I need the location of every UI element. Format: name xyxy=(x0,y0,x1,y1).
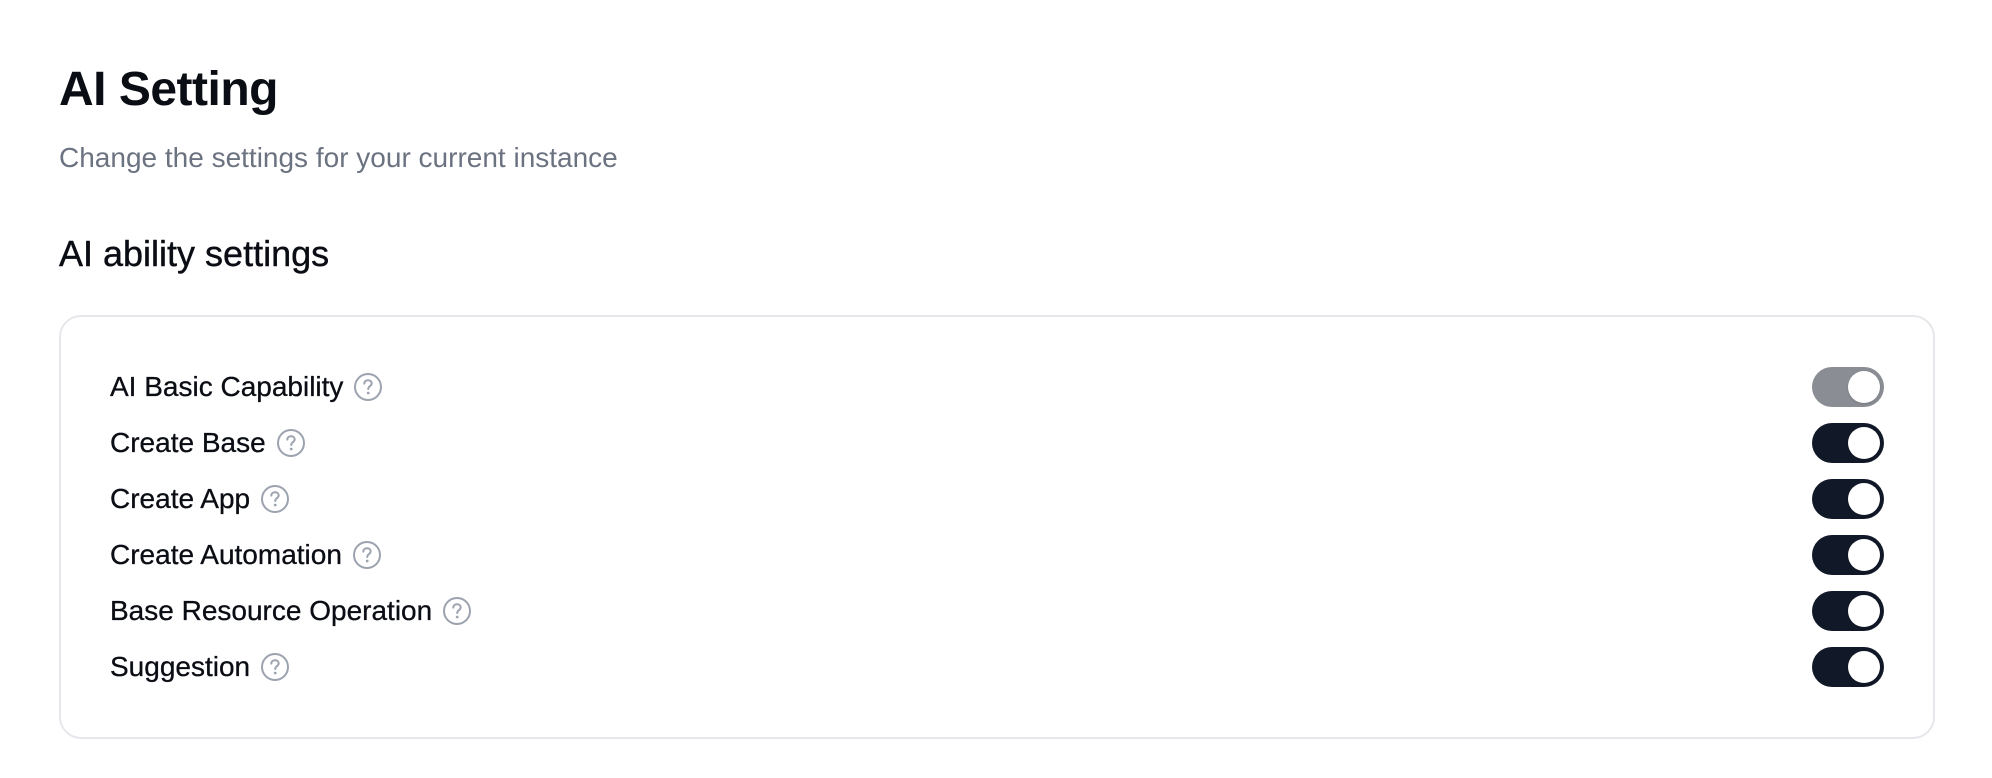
setting-label-group: Create Automation xyxy=(110,537,382,573)
toggle-create-app[interactable] xyxy=(1812,479,1884,519)
toggle-knob xyxy=(1848,371,1880,403)
help-icon[interactable] xyxy=(353,372,383,402)
page-title: AI Setting xyxy=(59,63,279,116)
setting-label: Base Resource Operation xyxy=(110,595,433,626)
setting-label-group: Create Base xyxy=(110,425,306,461)
page-subtitle: Change the settings for your current ins… xyxy=(59,142,618,173)
setting-label: Suggestion xyxy=(110,651,251,682)
setting-label: Create Base xyxy=(110,427,266,458)
setting-label-group: Suggestion xyxy=(110,649,290,685)
setting-label: Create App xyxy=(110,483,251,514)
setting-label-group: Create App xyxy=(110,481,290,517)
help-icon[interactable] xyxy=(442,596,472,626)
help-icon[interactable] xyxy=(352,540,382,570)
toggle-create-base[interactable] xyxy=(1812,423,1884,463)
setting-row-create-app: Create App xyxy=(110,476,1884,522)
toggle-knob xyxy=(1848,595,1880,627)
toggle-suggestion[interactable] xyxy=(1812,647,1884,687)
setting-row-create-automation: Create Automation xyxy=(110,532,1884,578)
help-icon[interactable] xyxy=(260,484,290,514)
setting-row-create-base: Create Base xyxy=(110,420,1884,466)
toggle-knob xyxy=(1848,539,1880,571)
setting-label-group: Base Resource Operation xyxy=(110,593,472,629)
toggle-knob xyxy=(1848,427,1880,459)
setting-label: AI Basic Capability xyxy=(110,371,344,402)
setting-label: Create Automation xyxy=(110,539,342,570)
settings-page: AI Setting Change the settings for your … xyxy=(0,0,1992,778)
setting-label-group: AI Basic Capability xyxy=(110,369,383,405)
toggle-ai-basic-capability[interactable] xyxy=(1812,367,1884,407)
setting-row-base-resource-operation: Base Resource Operation xyxy=(110,588,1884,634)
toggle-knob xyxy=(1848,651,1880,683)
toggle-base-resource-operation[interactable] xyxy=(1812,591,1884,631)
help-icon[interactable] xyxy=(260,652,290,682)
setting-row-suggestion: Suggestion xyxy=(110,644,1884,690)
toggle-create-automation[interactable] xyxy=(1812,535,1884,575)
setting-row-ai-basic-capability: AI Basic Capability xyxy=(110,364,1884,410)
help-icon[interactable] xyxy=(276,428,306,458)
section-title: AI ability settings xyxy=(59,233,330,274)
ai-settings-card: AI Basic Capability Create Base Create A… xyxy=(59,315,1935,739)
toggle-knob xyxy=(1848,483,1880,515)
